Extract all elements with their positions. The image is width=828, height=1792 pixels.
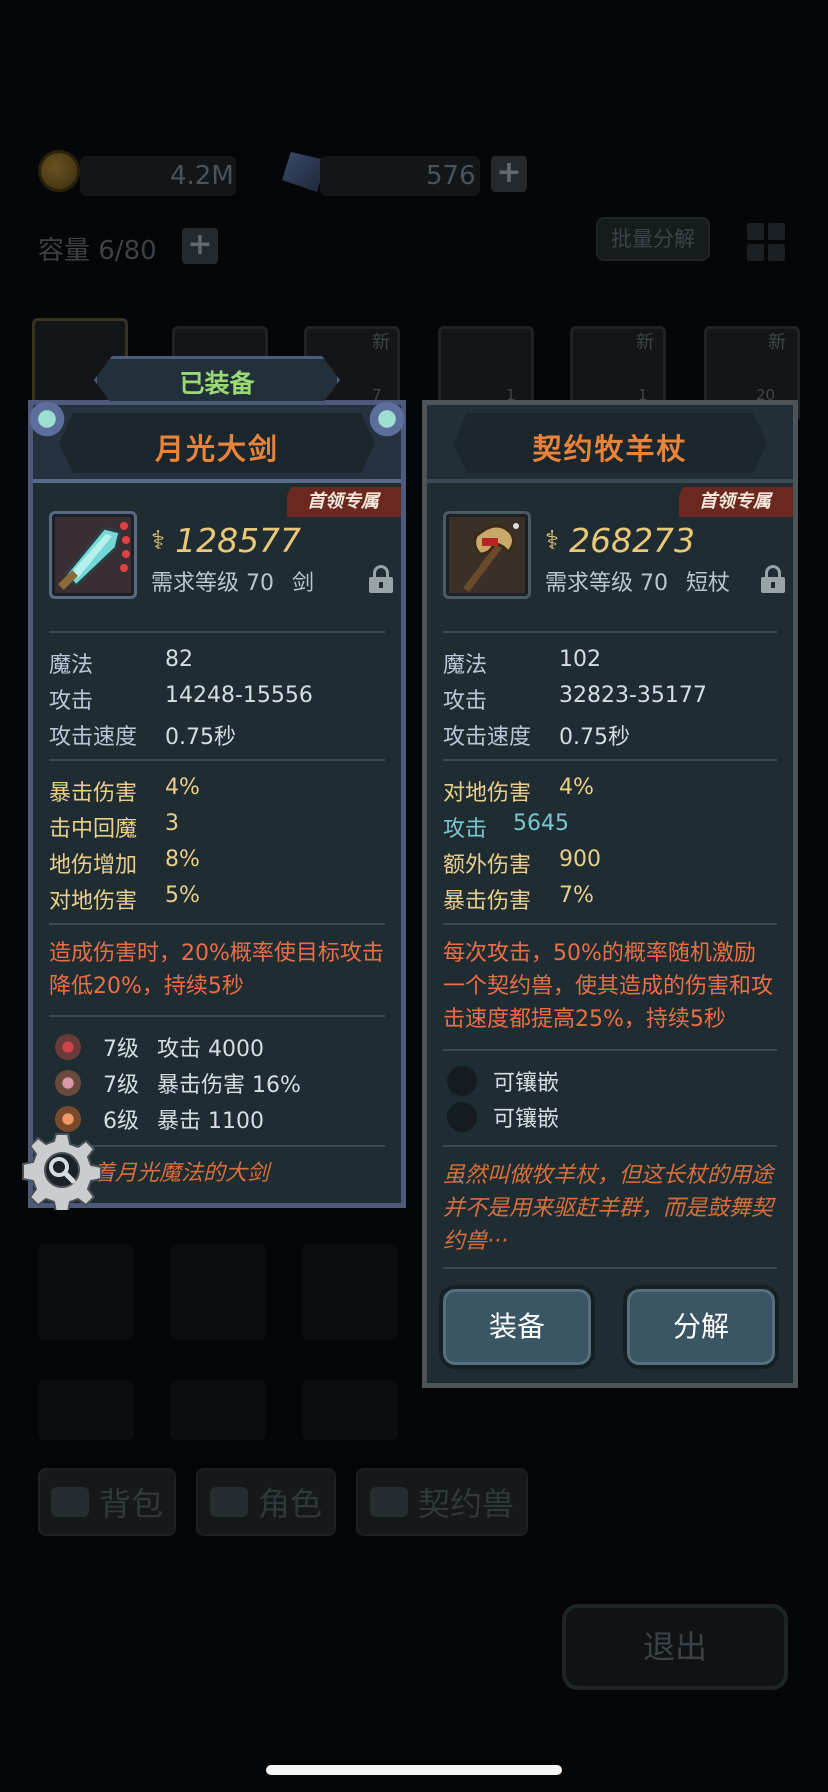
tab-pets[interactable]: 契约兽: [356, 1468, 528, 1536]
special-effect-text: 造成伤害时，20%概率使目标攻击降低20%，持续5秒: [49, 941, 384, 999]
weapon-type: 剑: [292, 571, 315, 596]
new-badge: 新: [636, 332, 654, 353]
gem-socket[interactable]: 可镶嵌: [447, 1101, 559, 1133]
bonus-stat-row: 对地伤害 5%: [49, 883, 200, 914]
crit-gem-icon: [55, 1070, 81, 1096]
divider: [49, 1015, 385, 1017]
divider: [49, 631, 385, 633]
panel-header: 月光大剑: [33, 405, 401, 483]
empty-slot[interactable]: [38, 1244, 134, 1340]
required-level: 需求等级 70: [151, 571, 274, 596]
divider: [49, 759, 385, 761]
grid-view-icon[interactable]: [744, 220, 788, 264]
tab-label: 背包: [98, 1485, 163, 1523]
flavor-text: 虽然叫做牧羊杖，但这长杖的用途并不是用来驱赶羊群，而是鼓舞契约兽···: [443, 1163, 774, 1254]
tab-label: 契约兽: [417, 1485, 514, 1523]
empty-slot[interactable]: [170, 1244, 266, 1340]
gem-socket[interactable]: 可镶嵌: [447, 1065, 559, 1097]
tab-character[interactable]: 角色: [196, 1468, 336, 1536]
bulk-dismantle-button[interactable]: 批量分解: [596, 217, 710, 261]
equipped-tag: 已装备: [179, 369, 255, 398]
gold-coin-icon: [38, 150, 80, 192]
dismantle-button[interactable]: 分解: [623, 1285, 779, 1369]
price-row: ⚕ 268273: [545, 521, 695, 560]
item-name: 契约牧羊杖: [532, 432, 688, 466]
shepherd-staff-icon: [443, 511, 531, 599]
special-effect-text: 每次攻击，50%的概率随机激励一个契约兽，使其造成的伤害和攻击速度都提高25%，…: [443, 941, 774, 1032]
gold-amount: 4.2M: [170, 161, 234, 191]
boss-exclusive-badge: 首领专属: [669, 487, 793, 517]
empty-slot[interactable]: [170, 1380, 266, 1440]
stat-row: 攻击 14248-15556: [49, 683, 313, 714]
bonus-stat-row: 暴击伤害 7%: [443, 883, 594, 914]
stat-row: 攻击 32823-35177: [443, 683, 707, 714]
exit-button[interactable]: 退出: [562, 1604, 788, 1690]
stat-row: 攻击速度 0.75秒: [49, 725, 236, 750]
corner-ornament-icon: [367, 399, 407, 439]
divider: [443, 631, 777, 633]
tab-label: 角色: [257, 1485, 322, 1523]
soul-currency-icon: ⚕: [151, 525, 166, 556]
bonus-stat-row: 击中回魔 3: [49, 811, 179, 842]
new-badge: 新: [768, 332, 786, 353]
gem-row: 7级 攻击 4000: [55, 1031, 264, 1063]
settings-gear-icon[interactable]: [22, 1130, 102, 1213]
home-indicator[interactable]: [266, 1765, 562, 1775]
backpack-icon: [50, 1487, 89, 1517]
weapon-type: 短杖: [686, 571, 731, 596]
price-row: ⚕ 128577: [151, 521, 301, 560]
paw-icon: [369, 1487, 408, 1517]
corner-ornament-icon: [27, 399, 67, 439]
divider: [443, 1049, 777, 1051]
lock-icon[interactable]: [761, 565, 785, 593]
stat-row: 魔法 82: [49, 647, 193, 678]
stat-row: 魔法 102: [443, 647, 601, 678]
capacity-label: 容量 6/80: [38, 236, 157, 266]
panel-header: 契约牧羊杖: [427, 405, 793, 483]
required-level: 需求等级 70: [545, 571, 668, 596]
item-price: 128577: [175, 521, 302, 560]
lock-icon[interactable]: [369, 565, 393, 593]
empty-socket-icon: [447, 1102, 477, 1132]
empty-slot[interactable]: [302, 1380, 398, 1440]
bonus-stat-row: 额外伤害 900: [443, 847, 601, 878]
new-badge: 新: [372, 332, 390, 353]
item-price: 268273: [569, 521, 696, 560]
amber-gem-icon: [55, 1106, 81, 1132]
stat-row: 攻击速度 0.75秒: [443, 725, 630, 750]
ruby-gem-icon: [55, 1034, 81, 1060]
divider: [443, 923, 777, 925]
new-item-panel: 契约牧羊杖 首领专属 ⚕ 268273 需求等级 70 短杖 魔法 102 攻击 3…: [422, 400, 798, 1388]
empty-socket-icon: [447, 1066, 477, 1096]
gem-amount: 576: [426, 161, 476, 191]
bonus-stat-row: 地伤增加 8%: [49, 847, 200, 878]
divider: [443, 1145, 777, 1147]
empty-slot[interactable]: [38, 1380, 134, 1440]
boss-exclusive-badge: 首领专属: [277, 487, 401, 517]
bonus-stat-row: 攻击 5645: [443, 811, 570, 842]
equip-button[interactable]: 装备: [439, 1285, 595, 1369]
greatsword-icon: [49, 511, 137, 599]
equipped-item-panel: 月光大剑 首领专属 ⚕ 128577 需求等级 70 剑 魔法 82 攻击 1424…: [27, 399, 407, 1208]
character-icon: [209, 1487, 248, 1517]
soul-currency-icon: ⚕: [545, 525, 560, 556]
divider: [443, 759, 777, 761]
tab-backpack[interactable]: 背包: [38, 1468, 176, 1536]
requirement-row: 需求等级 70 短杖: [545, 565, 730, 597]
divider: [443, 1267, 777, 1269]
item-name: 月光大剑: [154, 432, 279, 466]
add-gem-button[interactable]: +: [491, 156, 527, 192]
requirement-row: 需求等级 70 剑: [151, 565, 314, 597]
bonus-stat-row: 对地伤害 4%: [443, 775, 594, 806]
empty-slot[interactable]: [302, 1244, 398, 1340]
gem-row: 7级 暴击伤害 16%: [55, 1067, 301, 1099]
bonus-stat-row: 暴击伤害 4%: [49, 775, 200, 806]
divider: [49, 923, 385, 925]
expand-capacity-button[interactable]: +: [182, 228, 218, 264]
